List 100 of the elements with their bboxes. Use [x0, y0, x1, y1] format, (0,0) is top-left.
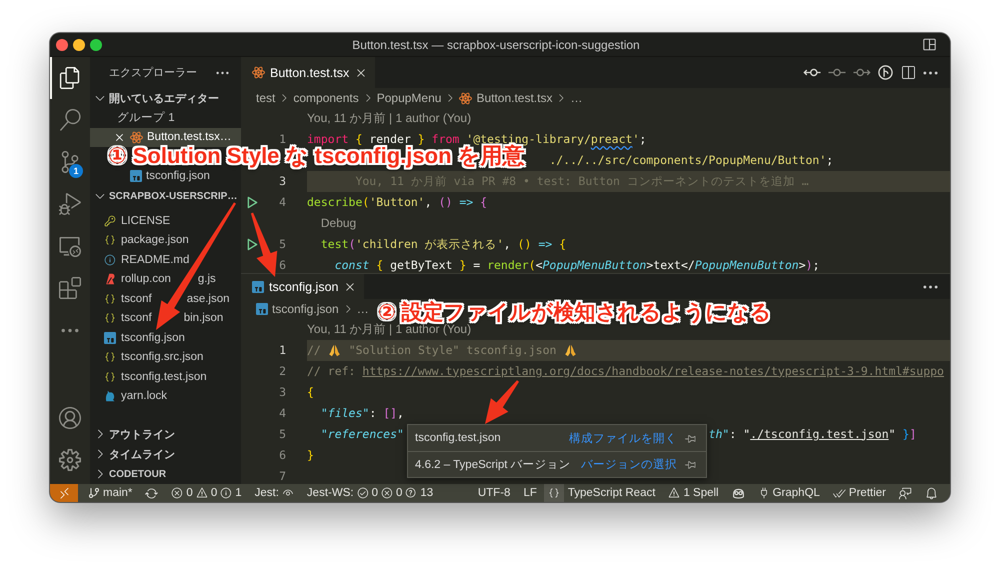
line-number: 5 [279, 428, 286, 442]
editor-tab[interactable]: Button.test.tsx [241, 57, 376, 88]
line-number: 4 [279, 196, 286, 210]
codelens[interactable]: You, 11 か月前 | 1 author (You) [307, 322, 472, 337]
remote-explorer-icon [59, 235, 81, 257]
code-text: ./../../src/components/PopupMenu/Button'; [549, 154, 834, 168]
codelens[interactable]: Debug [320, 216, 356, 231]
problems-button[interactable]: 0 0 1 [165, 484, 248, 502]
split-editor-icon[interactable] [900, 64, 916, 80]
line-number: 1 [279, 132, 286, 146]
code-text: import { render } from '@testing-library/preact'; [307, 132, 646, 146]
annotation-arrow [485, 380, 519, 424]
file-item[interactable]: README.md [90, 250, 241, 270]
circle-branch-icon[interactable] [878, 65, 893, 80]
code-text: "files": [], [320, 406, 404, 420]
braces-icon [104, 234, 116, 246]
badge: 1 [69, 164, 83, 178]
line-number: 7 [279, 470, 286, 484]
window-title: Button.test.tsx — scrapbox-userscript-icon-suggestion [352, 38, 640, 52]
code-text: "references" [320, 428, 404, 442]
file-item[interactable]: tsconfig.json [90, 328, 241, 348]
close-window-button[interactable] [56, 38, 68, 50]
source-control-button[interactable]: 1 [50, 141, 90, 183]
codelens[interactable]: You, 11 か月前 | 1 author (You) [307, 111, 472, 126]
line-number: 3 [279, 386, 286, 400]
line-number: 4 [279, 406, 286, 420]
file-item[interactable]: LICENSE [90, 211, 241, 230]
encoding-button[interactable]: UTF-8 [472, 484, 516, 502]
breadcrumb-item[interactable]: … [356, 302, 369, 316]
graphql-button[interactable]: GraphQL [752, 484, 826, 502]
open-editor-item[interactable]: tsconfig.json [90, 166, 241, 186]
section-header[interactable]: 開いているエディター [90, 88, 241, 108]
eol-button[interactable]: LF [517, 484, 543, 502]
code-text: { [307, 386, 314, 400]
language-status-button[interactable] [544, 484, 564, 502]
file-item[interactable]: tsconf ase.json [90, 289, 241, 308]
prettier-button[interactable]: Prettier [826, 484, 892, 502]
breadcrumb-item[interactable]: Button.test.tsx [459, 91, 552, 105]
file-item[interactable]: tsconf bin.json [90, 308, 241, 328]
more-icon[interactable] [923, 284, 938, 288]
question-icon [405, 487, 418, 499]
remote-button[interactable] [50, 484, 78, 502]
breadcrumb-item[interactable]: … [570, 91, 582, 105]
account-icon [59, 407, 81, 429]
praying-hands-icon [564, 344, 577, 357]
file-item[interactable]: rollup.con g.js [90, 270, 241, 289]
link[interactable]: 構成ファイルを開く [569, 430, 677, 446]
jest-button[interactable]: Jest: [248, 484, 300, 502]
atom-icon [459, 92, 472, 104]
group-label: グループ 1 [117, 110, 175, 126]
section-header[interactable]: CODETOUR [90, 464, 241, 484]
code-text: test('children が表示される', () => { [320, 238, 566, 252]
run-debug-icon [59, 193, 81, 215]
zoom-window-button[interactable] [90, 38, 102, 50]
code-text: describe('Button', () => { [307, 196, 488, 210]
section-header[interactable]: SCRAPBOX-USERSCRIP… [90, 186, 241, 206]
language-mode-button[interactable]: TypeScript React [564, 484, 662, 502]
code-text: const { getByText } = render(<PopupMenuButton>text</PopupMenuButton>); [334, 258, 820, 272]
annotation-text: ② 設定ファイルが検知されるようになる [378, 300, 773, 324]
robot-face-icon [732, 486, 745, 500]
file-item[interactable]: yarn.lock [90, 386, 241, 406]
hover-label: 4.6.2 – TypeScript バージョン [415, 458, 571, 472]
file-item[interactable]: package.json [90, 230, 241, 250]
section-header[interactable]: アウトライン [90, 424, 241, 444]
extensions-icon [59, 277, 81, 299]
file-type-icon [104, 273, 116, 286]
breadcrumb-item[interactable]: PopupMenu [376, 91, 442, 105]
key-icon [104, 214, 116, 227]
breadcrumb-item[interactable]: tsconfig.json [256, 302, 339, 316]
line-number: 2 [279, 364, 286, 378]
link[interactable]: バージョンの選択 [581, 457, 677, 472]
more-icon[interactable] [216, 70, 229, 74]
jest-ws-button[interactable]: Jest-WS: 0 0 13 [300, 484, 440, 502]
braces-icon [548, 487, 560, 499]
check-all-icon [832, 486, 846, 500]
minimize-window-button[interactable] [73, 38, 85, 50]
link[interactable]: https://www.typescriptlang.org/docs/handbook/release-notes/typescript-3-9.html#suppo [362, 364, 944, 378]
file-item[interactable]: tsconfig.test.json [90, 367, 241, 386]
error-icon [171, 487, 184, 499]
run-test-icon[interactable] [246, 196, 258, 209]
section-header[interactable]: タイムライン [90, 444, 241, 464]
file-item[interactable]: tsconfig.src.json [90, 348, 241, 367]
bell-icon [925, 486, 938, 500]
line-number: 3 [279, 174, 286, 188]
code-text: // ref: https://www.typescriptlang.org/docs/handbook/release-notes/typescript-3-9.html#suppo [307, 364, 944, 378]
breadcrumb-item[interactable]: test [256, 91, 276, 105]
more-icon[interactable] [923, 70, 938, 74]
line-number: 1 [279, 344, 286, 358]
layout-icon[interactable] [923, 38, 936, 51]
branch-icon [88, 487, 100, 499]
breadcrumb-item[interactable]: components [293, 91, 359, 105]
more-icon [61, 328, 79, 332]
link[interactable]: ./tsconfig.test.json [750, 426, 889, 441]
branch-button[interactable]: main* [82, 484, 138, 502]
run-test-icon[interactable] [246, 238, 258, 251]
braces-icon [104, 370, 116, 383]
spell-button[interactable]: 1 Spell [662, 484, 725, 502]
open-editor-item[interactable]: Button.test.tsx… [90, 128, 241, 147]
editor-tab[interactable]: tsconfig.json [241, 274, 364, 299]
sidebar-title: エクスプローラー [109, 66, 197, 80]
